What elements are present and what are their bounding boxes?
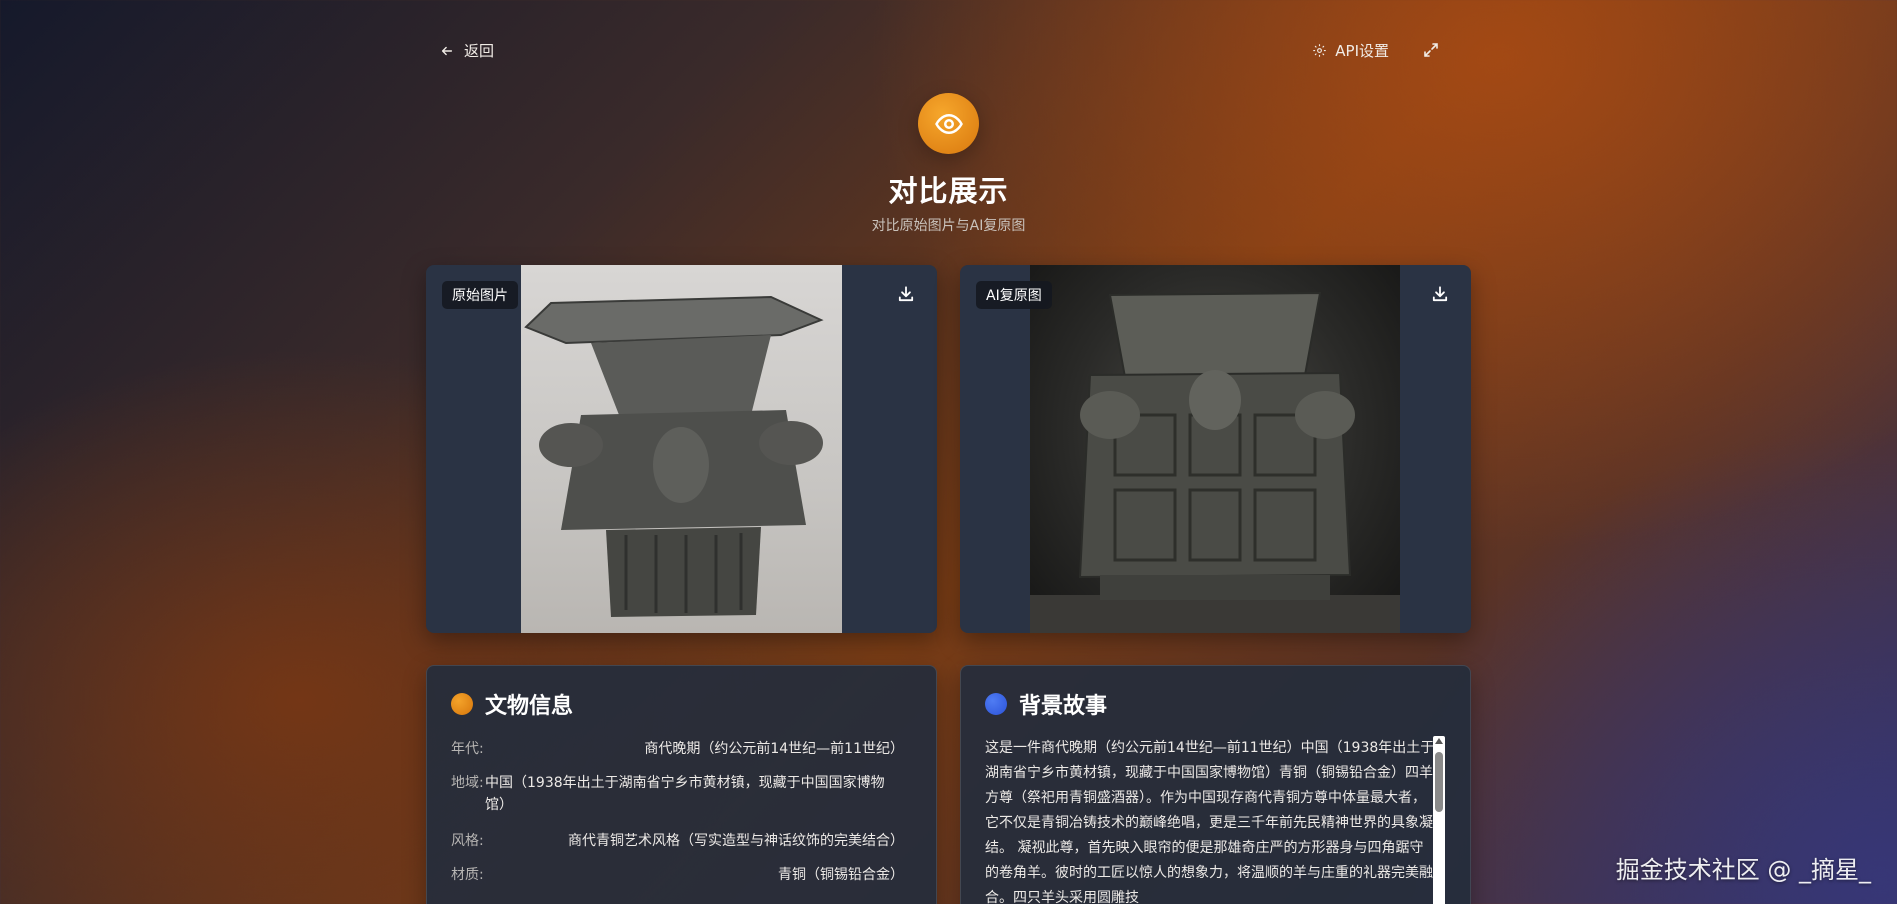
blue-dot-icon xyxy=(985,693,1007,715)
eye-badge xyxy=(918,93,979,154)
restored-image-card: AI复原图 xyxy=(960,265,1471,633)
story-title: 背景故事 xyxy=(1019,694,1108,719)
original-image-card: 原始图片 xyxy=(426,265,937,633)
back-label: 返回 xyxy=(464,42,495,60)
api-settings-label: API设置 xyxy=(1335,42,1389,60)
scroll-thumb[interactable] xyxy=(1435,752,1443,812)
bronze-vessel-restored-illustration xyxy=(1030,291,1400,633)
field-style: 风格: 商代青铜艺术风格（写实造型与神话纹饰的完美结合） xyxy=(451,830,904,852)
original-image xyxy=(521,265,842,633)
download-icon[interactable] xyxy=(897,285,915,303)
back-button[interactable]: 返回 xyxy=(440,40,494,61)
download-icon[interactable] xyxy=(1431,285,1449,303)
field-era-value: 商代晚期（约公元前14世纪—前11世纪） xyxy=(644,741,904,757)
field-style-value: 商代青铜艺术风格（写实造型与神话纹饰的完美结合） xyxy=(568,833,904,849)
field-style-key: 风格: xyxy=(451,833,484,849)
field-material: 材质: 青铜（铜锡铅合金） xyxy=(451,864,904,886)
field-era: 年代: 商代晚期（约公元前14世纪—前11世纪） xyxy=(451,738,904,760)
artifact-info-title: 文物信息 xyxy=(485,694,574,719)
field-region: 地域: 中国（1938年出土于湖南省宁乡市黄材镇，现藏于中国国家博物馆） xyxy=(451,772,904,816)
story-scrollbar[interactable] xyxy=(1433,736,1445,904)
field-material-key: 材质: xyxy=(451,867,484,883)
field-region-value: 中国（1938年出土于湖南省宁乡市黄材镇，现藏于中国国家博物馆） xyxy=(485,775,885,813)
bronze-vessel-original-illustration xyxy=(524,295,824,617)
orange-dot-icon xyxy=(451,693,473,715)
artifact-info-card: 文物信息 年代: 商代晚期（约公元前14世纪—前11世纪） 地域: 中国（193… xyxy=(426,665,937,904)
eye-icon xyxy=(934,113,963,134)
restored-image-badge: AI复原图 xyxy=(976,281,1052,309)
scroll-up-arrow-icon[interactable] xyxy=(1435,738,1443,744)
background-story-card: 背景故事 这是一件商代晚期（约公元前14世纪—前11世纪）中国（1938年出土于… xyxy=(960,665,1471,904)
fullscreen-icon[interactable] xyxy=(1423,42,1439,58)
arrow-left-icon xyxy=(441,46,453,55)
restored-image xyxy=(1030,265,1400,633)
artifact-info-header: 文物信息 xyxy=(451,688,573,720)
api-settings-button[interactable]: API设置 xyxy=(1312,40,1389,61)
page-subtitle: 对比原始图片与AI复原图 xyxy=(871,218,1026,234)
top-bar: 返回 API设置 xyxy=(440,38,1457,64)
original-image-badge: 原始图片 xyxy=(442,281,518,309)
page-title: 对比展示 xyxy=(888,174,1009,208)
story-text: 这是一件商代晚期（约公元前14世纪—前11世纪）中国（1938年出土于湖南省宁乡… xyxy=(985,740,1435,904)
field-era-key: 年代: xyxy=(451,741,484,757)
field-material-value: 青铜（铜锡铅合金） xyxy=(778,867,904,883)
watermark: 掘金技术社区 @ _摘星_ xyxy=(1615,856,1871,884)
gear-icon xyxy=(1313,44,1327,57)
story-header: 背景故事 xyxy=(985,688,1107,720)
field-region-key: 地域: xyxy=(451,775,484,791)
